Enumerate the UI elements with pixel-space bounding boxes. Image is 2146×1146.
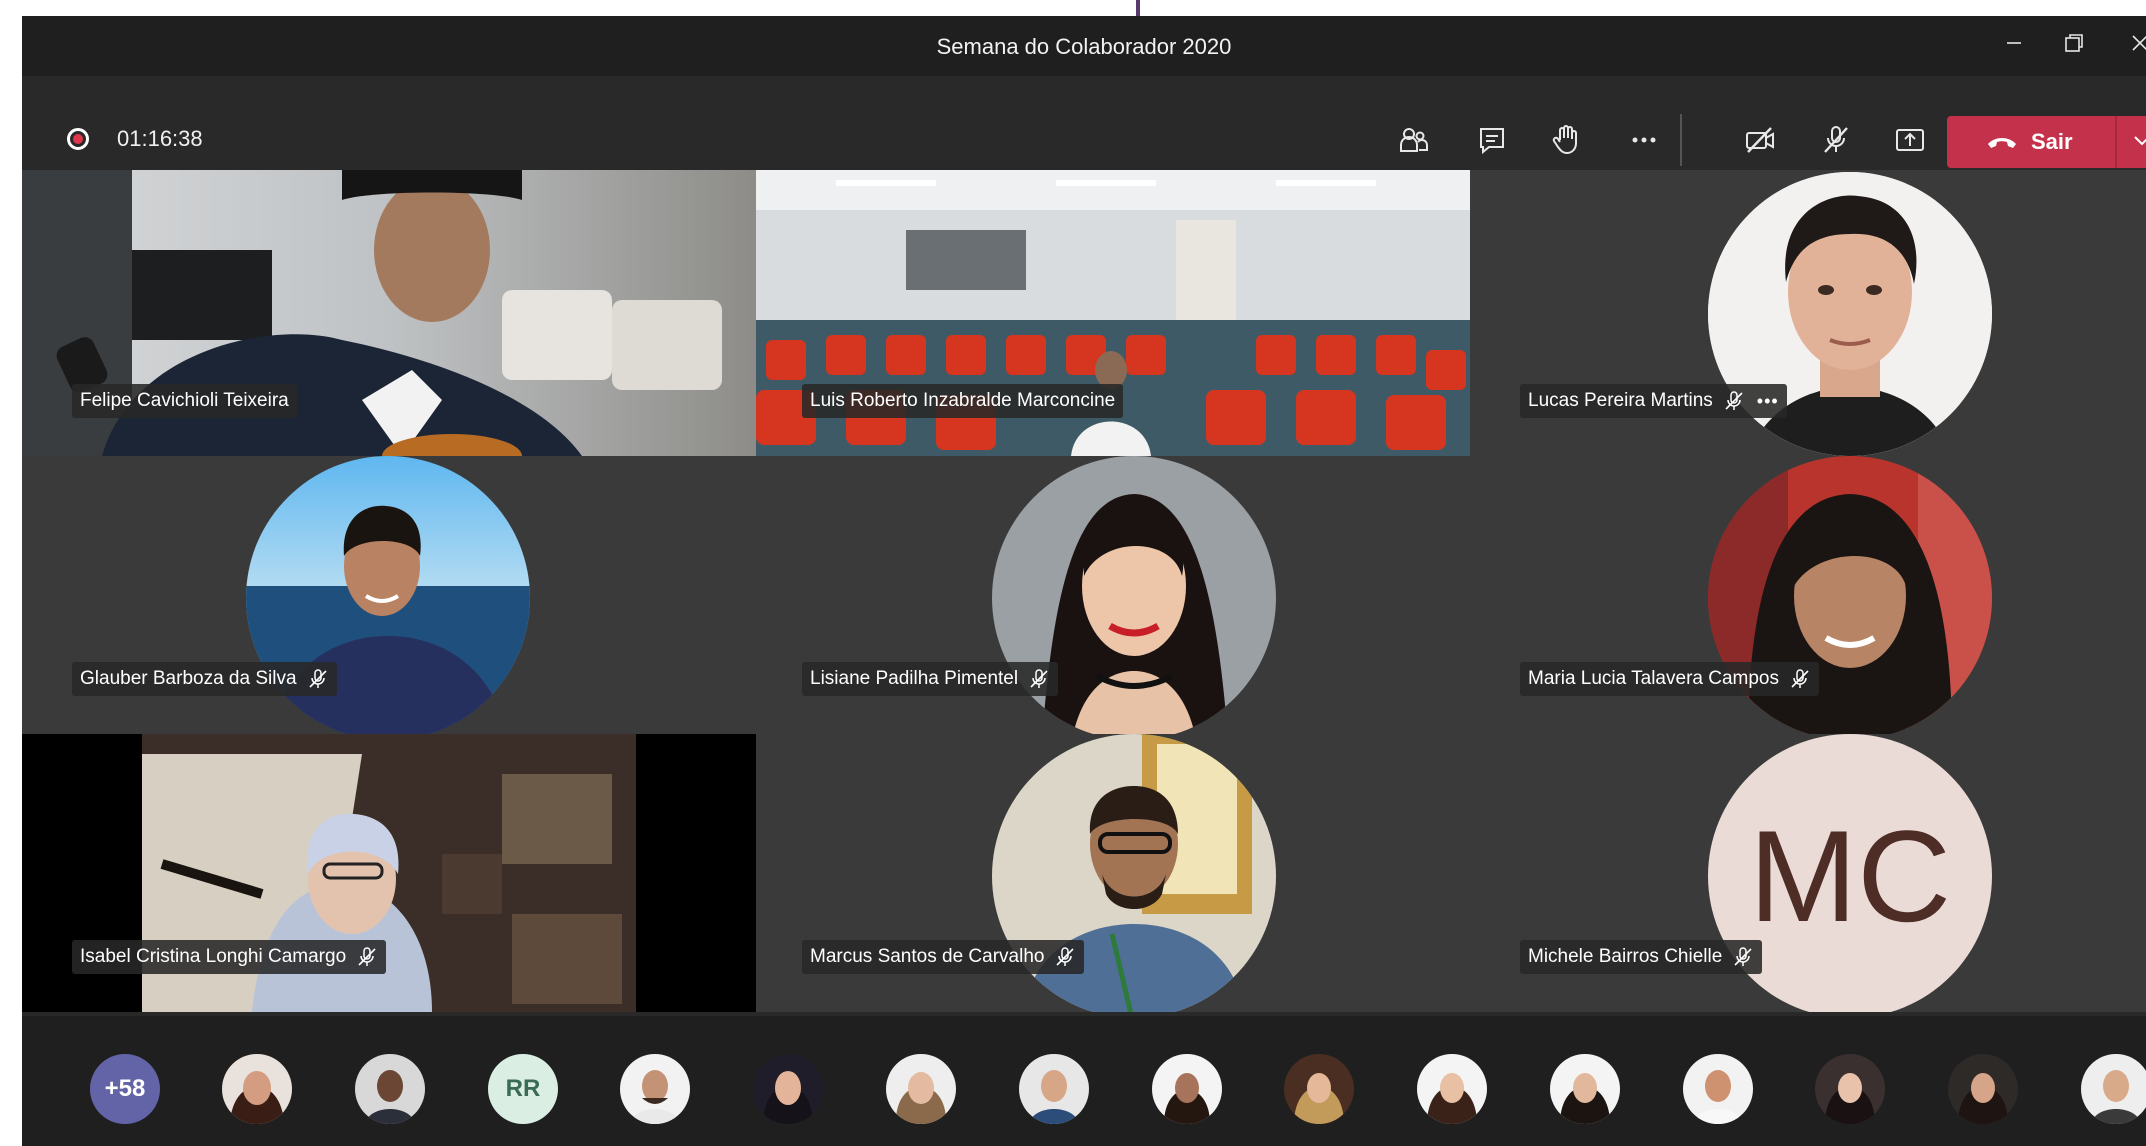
mic-off-icon[interactable] bbox=[1814, 118, 1858, 162]
raise-hand-icon[interactable] bbox=[1544, 118, 1588, 162]
mic-off-icon bbox=[308, 669, 327, 688]
participant-tile-maria-lucia[interactable]: Maria Lucia Talavera Campos bbox=[1470, 456, 2146, 734]
participant-tile-lisiane[interactable]: Lisiane Padilha Pimentel bbox=[756, 456, 1470, 734]
chat-icon[interactable] bbox=[1470, 118, 1514, 162]
participant-tile-marcus[interactable]: Marcus Santos de Carvalho bbox=[756, 734, 1470, 1012]
roster-avatar[interactable] bbox=[1948, 1054, 2018, 1124]
minimize-icon[interactable] bbox=[1996, 28, 2032, 64]
roster-avatar[interactable] bbox=[355, 1054, 425, 1124]
people-icon[interactable] bbox=[1392, 118, 1436, 162]
participant-name-label: Glauber Barboza da Silva bbox=[72, 662, 337, 696]
recording-icon bbox=[67, 128, 89, 150]
roster-avatar[interactable] bbox=[1683, 1054, 1753, 1124]
participant-name-label: Lucas Pereira Martins ••• bbox=[1520, 384, 1787, 418]
mic-off-icon bbox=[1056, 947, 1075, 966]
roster-avatar[interactable] bbox=[1417, 1054, 1487, 1124]
roster-avatar[interactable] bbox=[1815, 1054, 1885, 1124]
leave-split-divider bbox=[2115, 116, 2117, 168]
participant-tile-glauber[interactable]: Glauber Barboza da Silva bbox=[22, 456, 756, 734]
roster-avatar[interactable] bbox=[1284, 1054, 1354, 1124]
roster-avatar[interactable] bbox=[886, 1054, 956, 1124]
participant-name-label: Isabel Cristina Longhi Camargo bbox=[72, 940, 387, 974]
participant-roster: +58 RR bbox=[22, 1016, 2146, 1146]
participant-name-label: Marcus Santos de Carvalho bbox=[802, 940, 1085, 974]
mic-off-icon bbox=[358, 947, 376, 966]
meeting-timer: 01:16:38 bbox=[117, 126, 203, 151]
leave-label: Sair bbox=[2031, 129, 2073, 154]
more-icon[interactable] bbox=[1622, 118, 1666, 162]
mic-off-icon bbox=[1030, 669, 1048, 688]
roster-avatar[interactable] bbox=[2081, 1054, 2146, 1124]
teams-meeting-window: Semana do Colaborador 2020 01:16:38 Sair… bbox=[22, 16, 2146, 1146]
chevron-down-icon[interactable] bbox=[2127, 126, 2146, 156]
participant-more-icon[interactable]: ••• bbox=[1757, 384, 1779, 418]
mic-off-icon bbox=[1791, 669, 1809, 688]
camera-off-icon[interactable] bbox=[1738, 118, 1782, 162]
participant-name-label: Maria Lucia Talavera Campos bbox=[1520, 662, 1819, 696]
participant-name-label: Michele Bairros Chielle bbox=[1520, 940, 1763, 974]
participant-tile-michele[interactable]: MC Michele Bairros Chielle bbox=[1470, 734, 2146, 1012]
window-title: Semana do Colaborador 2020 bbox=[936, 34, 1232, 59]
mic-off-icon bbox=[1734, 947, 1752, 966]
roster-avatar[interactable] bbox=[1152, 1054, 1222, 1124]
participant-tile-felipe[interactable]: Felipe Cavichioli Teixeira bbox=[22, 170, 756, 456]
overflow-count-badge[interactable]: +58 bbox=[90, 1054, 160, 1124]
participant-name-label: Lisiane Padilha Pimentel bbox=[802, 662, 1059, 696]
participant-name-label: Luis Roberto Inzabralde Marconcine bbox=[802, 384, 1124, 418]
participant-tile-lucas[interactable]: Lucas Pereira Martins ••• bbox=[1470, 170, 2146, 456]
participant-name-label: Felipe Cavichioli Teixeira bbox=[72, 384, 297, 418]
share-screen-icon[interactable] bbox=[1888, 118, 1932, 162]
roster-avatar[interactable] bbox=[753, 1054, 823, 1124]
roster-avatar[interactable] bbox=[1550, 1054, 1620, 1124]
close-icon[interactable] bbox=[2122, 28, 2146, 64]
participant-tile-isabel[interactable]: Isabel Cristina Longhi Camargo bbox=[22, 734, 756, 1012]
initials-avatar[interactable]: RR bbox=[488, 1054, 558, 1124]
roster-avatar[interactable] bbox=[1019, 1054, 1089, 1124]
mic-off-icon bbox=[1725, 391, 1743, 410]
leave-button[interactable]: Sair bbox=[1947, 116, 2146, 168]
toolbar-separator bbox=[1680, 114, 1682, 166]
video-grid: Felipe Cavichioli Teixeira Luis Roberto … bbox=[22, 170, 2146, 1012]
roster-avatar[interactable] bbox=[222, 1054, 292, 1124]
hang-up-icon bbox=[1988, 138, 2016, 148]
participant-tile-luis-roberto[interactable]: Luis Roberto Inzabralde Marconcine bbox=[756, 170, 1470, 456]
roster-avatar[interactable] bbox=[620, 1054, 690, 1124]
title-bar: Semana do Colaborador 2020 bbox=[22, 16, 2146, 76]
restore-icon[interactable] bbox=[2056, 28, 2092, 64]
